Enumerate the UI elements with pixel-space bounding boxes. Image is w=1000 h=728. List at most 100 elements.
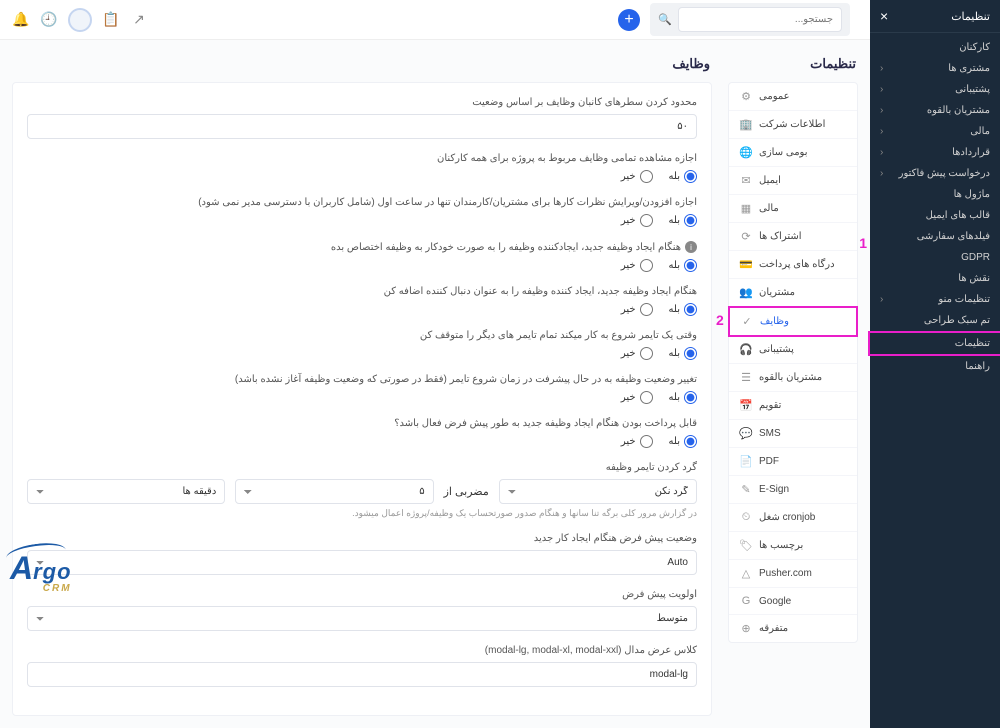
settings-nav-item[interactable]: درگاه های پرداخت💳 xyxy=(729,251,857,279)
settings-nav-item[interactable]: اطلاعات شرکت🏢 xyxy=(729,111,857,139)
drawer-item[interactable]: کارکنان xyxy=(870,37,1000,58)
settings-nav-item[interactable]: cronjob شغل⏲ xyxy=(729,504,857,532)
settings-nav-label: SMS xyxy=(759,428,781,439)
settings-nav-item[interactable]: ایمیل✉ xyxy=(729,167,857,195)
q7-no[interactable]: خیر xyxy=(621,435,653,448)
drawer-item[interactable]: مشتری ها‹ xyxy=(870,58,1000,79)
settings-nav-label: مشتریان xyxy=(759,287,795,298)
settings-nav-item[interactable]: عمومی⚙ xyxy=(729,83,857,111)
q1-yes[interactable]: بله xyxy=(669,170,697,183)
drawer-item[interactable]: درخواست پیش فاکتور‹ xyxy=(870,163,1000,184)
settings-nav-item[interactable]: مشتریان 👥 xyxy=(729,279,857,307)
clipboard-icon[interactable]: 📋 xyxy=(102,11,120,29)
settings-nav-icon: ⚙ xyxy=(739,90,753,103)
search-wrap: 🔍 xyxy=(650,3,850,36)
settings-nav-label: PDF xyxy=(759,456,779,467)
settings-nav-item[interactable]: PDF 📄 xyxy=(729,448,857,476)
round-timer-label: گرد کردن تایمر وظیفه xyxy=(27,462,697,473)
q1-no[interactable]: خیر xyxy=(621,170,653,183)
settings-nav-icon: △ xyxy=(739,567,753,580)
drawer-item[interactable]: مشتریان بالقوه‹ xyxy=(870,100,1000,121)
q5-yes[interactable]: بله xyxy=(669,347,697,360)
kanban-limit-label: محدود کردن سطرهای کانبان وظایف بر اساس و… xyxy=(27,97,697,108)
settings-nav-item[interactable]: متفرقه⊕ xyxy=(729,615,857,642)
q7-yes[interactable]: بله xyxy=(669,435,697,448)
settings-nav-item[interactable]: Pusher.com △ xyxy=(729,560,857,588)
drawer-item[interactable]: قراردادها‹ xyxy=(870,142,1000,163)
drawer-item[interactable]: مالی ‹ xyxy=(870,121,1000,142)
settings-nav-item[interactable]: بومی سازی🌐 xyxy=(729,139,857,167)
close-icon[interactable]: × xyxy=(880,8,888,24)
default-priority-label: اولویت پیش فرض xyxy=(27,589,697,600)
search-input[interactable] xyxy=(678,7,842,32)
drawer-item-label: مالی xyxy=(970,126,990,137)
settings-nav-item[interactable]: SMS💬 xyxy=(729,420,857,448)
drawer-item-label: تم سبک طراحی xyxy=(924,315,990,326)
q3-yes[interactable]: بله xyxy=(669,259,697,272)
round-unit-select[interactable]: دقیقه ها xyxy=(27,479,225,504)
drawer-item[interactable]: تنظیمات منو‹ xyxy=(870,289,1000,310)
settings-nav-item[interactable]: مالی▦ xyxy=(729,195,857,223)
drawer-item-label: کارکنان xyxy=(959,42,990,53)
settings-nav-icon: ✓ xyxy=(740,315,754,328)
settings-nav-icon: ⏲ xyxy=(739,511,753,524)
settings-nav-label: Pusher.com xyxy=(759,568,812,579)
settings-nav-item[interactable]: GoogleG xyxy=(729,588,857,615)
drawer-item[interactable]: پشتیبانی‹ xyxy=(870,79,1000,100)
info-icon[interactable]: i xyxy=(685,241,697,253)
drawer-item[interactable]: راهنما xyxy=(870,356,1000,377)
drawer-item[interactable]: تم سبک طراحی xyxy=(870,310,1000,331)
kanban-limit-input[interactable] xyxy=(27,114,697,139)
drawer-item[interactable]: فیلدهای سفارشی xyxy=(870,226,1000,247)
drawer-item[interactable]: نقش ها xyxy=(870,268,1000,289)
q5-no[interactable]: خیر xyxy=(621,347,653,360)
drawer-item-label: پشتیبانی xyxy=(955,84,990,95)
settings-nav-icon: 📄 xyxy=(739,455,753,468)
settings-nav-label: تقویم xyxy=(759,400,781,411)
auto-follower-creator-label: هنگام ایجاد وظیفه جدید، ایجاد کننده وظیف… xyxy=(27,286,697,297)
q4-yes[interactable]: بله xyxy=(669,303,697,316)
settings-nav-item[interactable]: تقویم 📅 xyxy=(729,392,857,420)
settings-nav-item[interactable]: وظایف✓2 xyxy=(728,306,858,337)
search-icon[interactable]: 🔍 xyxy=(658,13,672,26)
edit-comments-first-hour-label: اجازه افزودن/ویرایش نظرات کارها برای مشت… xyxy=(27,197,697,208)
q6-no[interactable]: خیر xyxy=(621,391,653,404)
share-icon[interactable]: ↗ xyxy=(130,11,148,29)
settings-nav-icon: 👥 xyxy=(739,286,753,299)
drawer-item[interactable]: GDPR xyxy=(870,247,1000,268)
settings-nav-item[interactable]: اشتراک ها⟳ xyxy=(729,223,857,251)
settings-nav-icon: 🎧 xyxy=(739,343,753,356)
q3-no[interactable]: خیر xyxy=(621,259,653,272)
drawer-item-label: نقش ها xyxy=(958,273,990,284)
bell-icon[interactable]: 🔔 xyxy=(12,11,30,29)
drawer-item[interactable]: تنظیمات xyxy=(868,331,1000,356)
round-mode-select[interactable]: گرد نکن xyxy=(499,479,697,504)
q2-no[interactable]: خیر xyxy=(621,214,653,227)
settings-nav-item[interactable]: پشتیبانی🎧 xyxy=(729,336,857,364)
settings-nav-icon: ✉ xyxy=(739,174,753,187)
modal-width-input[interactable] xyxy=(27,662,697,687)
tasks-settings-form: محدود کردن سطرهای کانبان وظایف بر اساس و… xyxy=(12,82,712,716)
avatar[interactable] xyxy=(68,8,92,32)
drawer-item[interactable]: قالب های ایمیل xyxy=(870,205,1000,226)
settings-nav-item[interactable]: E-Sign✎ xyxy=(729,476,857,504)
q6-yes[interactable]: بله xyxy=(669,391,697,404)
chevron-left-icon: ‹ xyxy=(880,126,883,137)
settings-nav-item[interactable]: برچسب ها🏷 xyxy=(729,532,857,560)
drawer-item[interactable]: ماژول ها xyxy=(870,184,1000,205)
billable-default-label: قابل پرداخت بودن هنگام ایجاد وظیفه جدید … xyxy=(27,418,697,429)
clock-icon[interactable]: 🕘 xyxy=(40,11,58,29)
q4-no[interactable]: خیر xyxy=(621,303,653,316)
default-status-label: وضعیت پیش فرض هنگام ایجاد کار جدید xyxy=(27,533,697,544)
settings-nav-icon: ⟳ xyxy=(739,230,753,243)
q2-yes[interactable]: بله xyxy=(669,214,697,227)
add-button[interactable]: + xyxy=(618,9,640,31)
default-status-select[interactable]: Auto xyxy=(27,550,697,575)
round-value-select[interactable]: ۵ xyxy=(235,479,433,504)
chevron-left-icon: ‹ xyxy=(880,168,883,179)
settings-nav-icon: ▦ xyxy=(739,202,753,215)
settings-drawer: تنظیمات × کارکنانمشتری ها‹پشتیبانی‹مشتری… xyxy=(870,0,1000,728)
settings-nav-item[interactable]: مشتریان بالقوه☰ xyxy=(729,364,857,392)
settings-nav-icon: 📅 xyxy=(739,399,753,412)
default-priority-select[interactable]: متوسط xyxy=(27,606,697,631)
